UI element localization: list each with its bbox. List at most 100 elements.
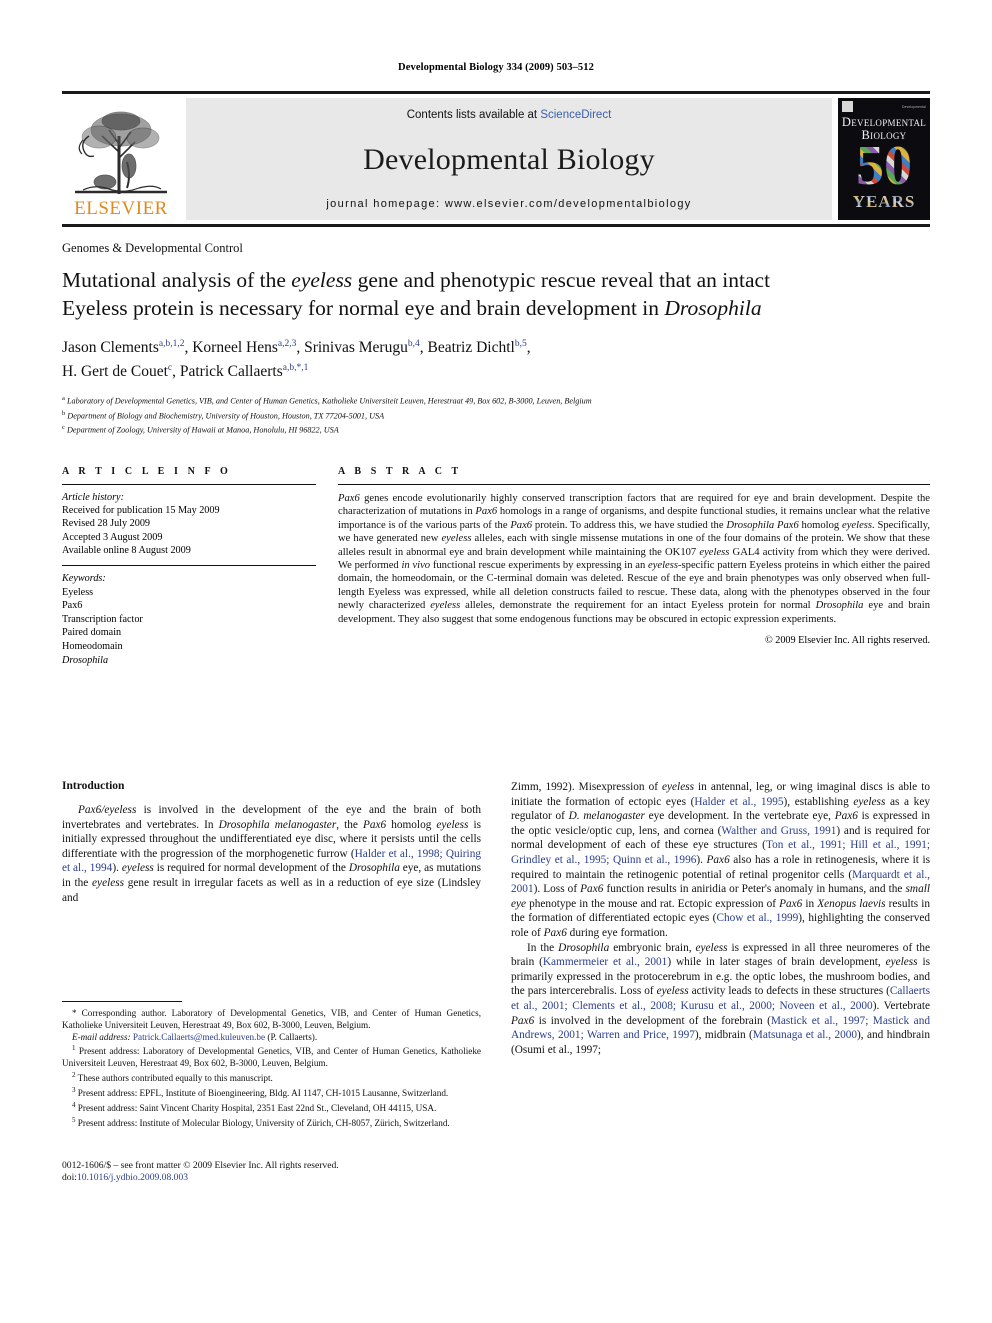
cover-elsevier-mark-icon	[842, 101, 853, 112]
journal-masthead: ELSEVIER Contents lists available at Sci…	[62, 91, 930, 227]
footnote-email-line: E-mail address: Patrick.Callaerts@med.ku…	[62, 1032, 481, 1044]
cover-anniversary-word: YEARS	[838, 192, 930, 212]
author-name: Patrick Callaerts	[179, 363, 283, 381]
author-affiliation-marks: b,5	[514, 339, 527, 349]
elsevier-tree-icon	[69, 106, 173, 198]
cover-masthead-tiny-text: Developmental	[902, 104, 926, 109]
author-name: H. Gert de Couet	[62, 363, 168, 381]
footnote-mark: 1	[72, 1044, 76, 1053]
footnote-rule	[62, 1001, 182, 1002]
sciencedirect-link[interactable]: ScienceDirect	[540, 109, 611, 121]
introduction-left-clip: Pax6/eyeless is involved in the developm…	[62, 803, 481, 905]
introduction-paragraph-brain: In the Drosophila embryonic brain, eyele…	[511, 941, 930, 1056]
body-column-right: Zimm, 1992). Misexpression of eyeless in…	[511, 780, 930, 1057]
footnote-numbered: 3 Present address: EPFL, Institute of Bi…	[62, 1085, 481, 1100]
footnote-text: Present address: Institute of Molecular …	[77, 1117, 450, 1128]
article-info-heading: A R T I C L E I N F O	[62, 466, 232, 478]
author-separator: ,	[172, 363, 180, 381]
abstract-column: A B S T R A C T Pax6 genes encode evolut…	[338, 466, 930, 667]
footnote-block: * Corresponding author. Laboratory of De…	[62, 1001, 481, 1129]
footnote-corresponding-author: * Corresponding author. Laboratory of De…	[62, 1008, 481, 1030]
author-name: Jason Clements	[62, 339, 159, 357]
affiliation-text: Laboratory of Developmental Genetics, VI…	[66, 397, 592, 407]
author-separator: ,	[526, 339, 531, 357]
introduction-paragraph-continued: Zimm, 1992). Misexpression of eyeless in…	[511, 781, 930, 939]
affiliation-list: a Laboratory of Developmental Genetics, …	[62, 393, 930, 436]
footnote-text: Present address: Laboratory of Developme…	[62, 1046, 482, 1069]
footnote-mark: 5	[72, 1115, 76, 1124]
imprint-doi-line: doi:10.1016/j.ydbio.2009.08.003	[62, 1172, 481, 1184]
cover-topbar: Developmental	[842, 101, 926, 112]
article-history-item: Accepted 3 August 2009	[62, 531, 163, 543]
footnote-mark: 3	[72, 1085, 76, 1094]
journal-article-page: Developmental Biology 334 (2009) 503–512	[0, 0, 992, 1323]
author-affiliation-marks: a,2,3	[277, 339, 297, 349]
email-address-link[interactable]: Patrick.Callaerts@med.kuleuven.be	[133, 1032, 265, 1042]
abstract-text: Pax6 genes encode evolutionarily highly …	[338, 493, 931, 625]
contents-lists-line: Contents lists available at ScienceDirec…	[407, 109, 612, 121]
introduction-heading: Introduction	[62, 780, 125, 792]
author-name: Srinivas Merugu	[304, 339, 408, 357]
affiliation-item: a Laboratory of Developmental Genetics, …	[62, 393, 930, 407]
title-line1-b: gene and phenotypic rescue reveal that a…	[352, 268, 771, 292]
keyword-item: Eyeless	[62, 586, 94, 598]
keyword-item: Homeodomain	[62, 641, 123, 652]
keyword-item: Pax6	[62, 600, 83, 612]
article-history-item: Received for publication 15 May 2009	[62, 505, 220, 517]
author-affiliation-marks: a,b,1,2	[158, 339, 185, 349]
author-list: Jason Clementsa,b,1,2, Korneel Hensa,2,3…	[62, 334, 930, 382]
introduction-right-clip: Zimm, 1992). Misexpression of eyeless in…	[511, 780, 930, 1057]
title-line2-em: Drosophila	[664, 296, 762, 320]
footnote-mark: 2	[72, 1071, 76, 1080]
affiliation-mark: b	[62, 409, 66, 417]
affiliation-text: Department of Zoology, University of Haw…	[66, 425, 339, 435]
article-history-item: Available online 8 August 2009	[62, 544, 191, 556]
article-title: Mutational analysis of the eyeless gene …	[62, 266, 930, 322]
imprint-front-matter: 0012-1606/$ – see front matter © 2009 El…	[62, 1160, 339, 1171]
keywords-block: Keywords: Eyeless Pax6 Transcription fac…	[62, 566, 316, 667]
affiliation-text: Department of Biology and Biochemistry, …	[67, 411, 385, 421]
keyword-item: Drosophila	[62, 654, 109, 666]
affiliation-item: c Department of Zoology, University of H…	[62, 422, 930, 436]
cover-anniversary-number: 50	[838, 138, 930, 194]
title-line1-a: Mutational analysis of the	[62, 268, 292, 292]
article-history-item: Revised 28 July 2009	[62, 518, 151, 530]
footnote-numbered: 4 Present address: Saint Vincent Charity…	[62, 1100, 481, 1115]
abstract-copyright: © 2009 Elsevier Inc. All rights reserved…	[764, 635, 930, 647]
introduction-paragraph: Pax6/eyeless is involved in the developm…	[62, 804, 481, 904]
footnote-numbered: 2 These authors contributed equally to t…	[62, 1070, 481, 1085]
elsevier-logo: ELSEVIER	[62, 98, 180, 220]
footnote-text: Present address: Saint Vincent Charity H…	[77, 1102, 437, 1113]
keywords-label: Keywords:	[62, 573, 106, 585]
title-line2-a: Eyeless protein is necessary for normal …	[62, 296, 665, 320]
title-line1-em: eyeless	[291, 268, 353, 292]
footnote-text: These authors contributed equally to thi…	[77, 1073, 273, 1084]
email-suffix: (P. Callaerts).	[267, 1031, 318, 1042]
keyword-item: Paired domain	[62, 627, 122, 639]
author-name: Beatriz Dichtl	[427, 339, 515, 357]
footnote-text: Present address: EPFL, Institute of Bioe…	[77, 1087, 449, 1098]
affiliation-mark: a	[62, 395, 65, 403]
body-columns: Introduction Pax6/eyeless is involved in…	[62, 780, 930, 1128]
email-label: E-mail address:	[72, 1031, 131, 1042]
keyword-item: Transcription factor	[62, 613, 143, 625]
footnote-numbered: 1 Present address: Laboratory of Develop…	[62, 1043, 481, 1070]
affiliation-mark: c	[62, 423, 65, 431]
running-head: Developmental Biology 334 (2009) 503–512	[398, 62, 594, 73]
imprint-block: 0012-1606/$ – see front matter © 2009 El…	[62, 1160, 481, 1185]
doi-link[interactable]: 10.1016/j.ydbio.2009.08.003	[77, 1172, 188, 1183]
masthead-center-band: Contents lists available at ScienceDirec…	[186, 98, 832, 220]
journal-cover-thumbnail: Developmental Developmental Biology 50 Y…	[838, 98, 930, 220]
body-column-left: Introduction Pax6/eyeless is involved in…	[62, 780, 481, 1128]
info-abstract-band: A R T I C L E I N F O Article history: R…	[62, 466, 930, 667]
journal-title: Developmental Biology	[363, 142, 655, 176]
footnote-mark: 4	[72, 1100, 76, 1109]
journal-section-tag: Genomes & Developmental Control	[62, 241, 243, 255]
contents-prefix: Contents lists available at	[406, 109, 541, 121]
elsevier-wordmark: ELSEVIER	[74, 198, 168, 219]
journal-homepage-url[interactable]: journal homepage: www.elsevier.com/devel…	[326, 198, 691, 210]
author-separator: ,	[296, 339, 305, 357]
abstract-heading: A B S T R A C T	[338, 466, 462, 478]
author-affiliation-marks: b,4	[407, 339, 420, 349]
author-affiliation-marks: a,b,*,1	[282, 363, 309, 374]
